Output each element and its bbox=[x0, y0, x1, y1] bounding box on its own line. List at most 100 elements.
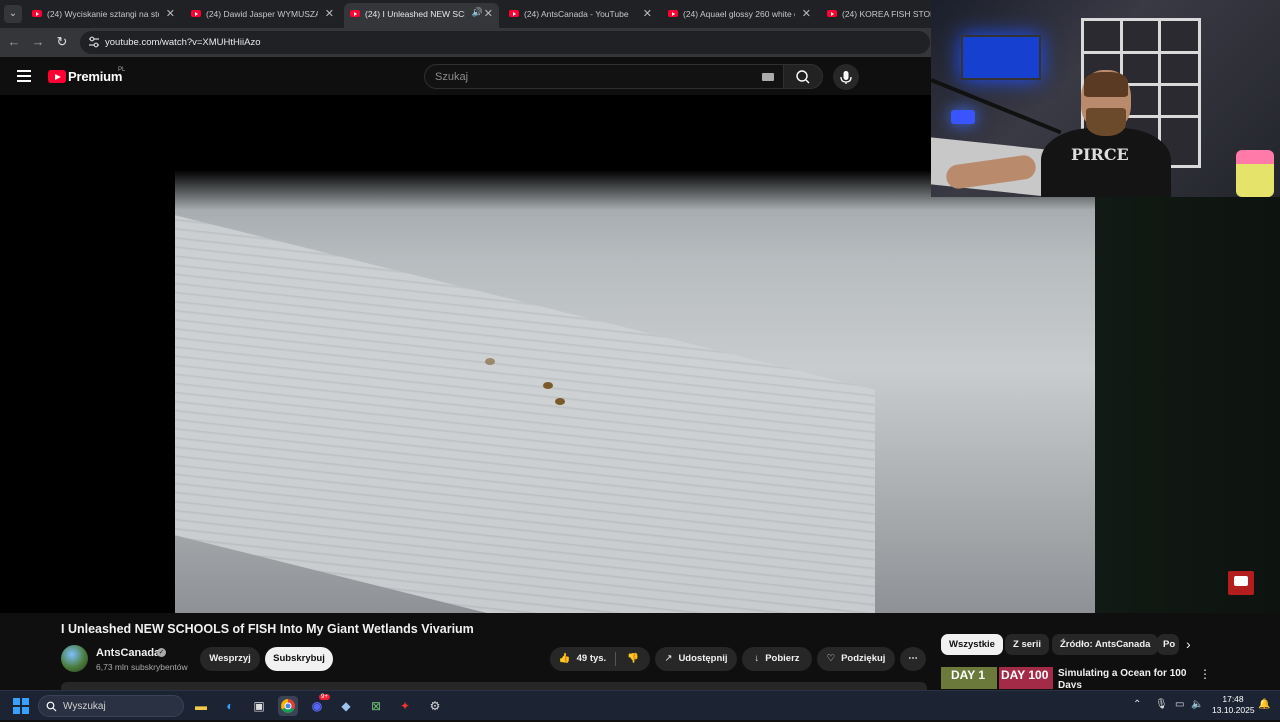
tab-4[interactable]: (24) AntsCanada - YouTube ✕ bbox=[503, 3, 658, 25]
forward-icon[interactable]: → bbox=[30, 34, 46, 50]
thumbnail-badge-day1: DAY 1 bbox=[941, 667, 997, 689]
speaker-icon[interactable]: 🔊 bbox=[472, 7, 483, 18]
youtube-favicon-icon bbox=[668, 10, 678, 17]
time-text: 17:48 bbox=[1222, 694, 1244, 704]
thumbnail-badge-day100: DAY 100 bbox=[999, 667, 1053, 689]
date-text: 13.10.2025 bbox=[1212, 705, 1255, 715]
ant bbox=[555, 398, 565, 405]
omnibox[interactable]: youtube.com/watch?v=XMUHtHiiAzo bbox=[80, 31, 930, 54]
thumbs-down-icon: 👎 bbox=[627, 653, 639, 664]
subscribe-label: Subskrybuj bbox=[273, 653, 325, 664]
more-actions-button[interactable]: ⋯ bbox=[900, 647, 926, 671]
subscribe-button[interactable]: Subskrybuj bbox=[265, 647, 333, 671]
file-explorer-icon[interactable]: ▬ bbox=[191, 696, 211, 716]
mic-icon bbox=[840, 71, 852, 84]
aquarium bbox=[961, 35, 1041, 80]
premium-logo-text[interactable]: Premium bbox=[68, 69, 122, 84]
ant bbox=[543, 382, 553, 389]
join-label: Wesprzyj bbox=[209, 653, 251, 664]
verified-icon: ✓ bbox=[157, 648, 166, 657]
thanks-button[interactable]: ♡ Podziękuj bbox=[817, 647, 895, 671]
recommendation-menu-icon[interactable]: ⋮ bbox=[1199, 667, 1211, 681]
video-side-area bbox=[1095, 197, 1280, 613]
youtube-logo-icon[interactable] bbox=[48, 70, 66, 83]
keyboard-icon[interactable] bbox=[762, 73, 774, 81]
close-tab-icon[interactable]: ✕ bbox=[166, 7, 175, 20]
video-title: I Unleashed NEW SCHOOLS of FISH Into My … bbox=[61, 622, 474, 636]
chevron-right-icon[interactable]: › bbox=[1186, 636, 1191, 652]
menu-icon[interactable] bbox=[17, 70, 31, 82]
like-count: 49 tys. bbox=[576, 653, 607, 664]
taskbar-search-label: Wyszukaj bbox=[63, 701, 106, 712]
windows-taskbar: Wyszukaj ▬ ◐ ▣ ◉ 9+ ◆ ⊠ ✦ ⚙ ⌃ 🎙 ▭ 🔈 17:4… bbox=[0, 690, 1280, 720]
chip-source[interactable]: Źródło: AntsCanada bbox=[1052, 634, 1159, 655]
ant bbox=[485, 358, 495, 365]
description-box[interactable] bbox=[61, 682, 927, 690]
mic-tray-icon[interactable]: 🎙 bbox=[1155, 699, 1168, 710]
network-icon[interactable]: ▭ bbox=[1175, 699, 1184, 710]
tray-chevron-icon[interactable]: ⌃ bbox=[1133, 699, 1141, 710]
download-button[interactable]: ↓ Pobierz bbox=[742, 647, 812, 671]
youtube-favicon-icon bbox=[191, 10, 201, 17]
tab-5[interactable]: (24) Aquael glossy 260 white cz ✕ bbox=[662, 3, 817, 25]
chip-all[interactable]: Wszystkie bbox=[941, 634, 1003, 655]
voice-search-button[interactable] bbox=[833, 64, 859, 90]
misc-app-icon[interactable]: ⚙ bbox=[425, 696, 445, 716]
xbox-icon[interactable]: ⊠ bbox=[366, 696, 386, 716]
notification-icon[interactable]: 🔔 bbox=[1258, 699, 1270, 710]
clock[interactable]: 17:48 13.10.2025 bbox=[1212, 694, 1255, 716]
like-button[interactable]: 👍 49 tys. bbox=[550, 647, 615, 671]
close-tab-icon[interactable]: ✕ bbox=[484, 7, 493, 20]
search-button[interactable] bbox=[783, 64, 823, 89]
webcam-overlay: PIRCE bbox=[931, 0, 1280, 197]
app-icon[interactable]: ✦ bbox=[395, 696, 415, 716]
chip-partial[interactable]: Po bbox=[1157, 634, 1179, 655]
discord-badge: 9+ bbox=[319, 694, 330, 700]
video-frame[interactable] bbox=[175, 170, 1095, 613]
shirt-print: PIRCE bbox=[1071, 145, 1129, 164]
tab-6[interactable]: (24) KOREA FISH STORE TO bbox=[821, 3, 941, 25]
join-button[interactable]: Wesprzyj bbox=[200, 647, 260, 671]
taskbar-search[interactable]: Wyszukaj bbox=[38, 695, 184, 717]
steam-icon[interactable]: ◆ bbox=[336, 696, 356, 716]
search-placeholder: Szukaj bbox=[435, 71, 469, 83]
windows-start-icon[interactable] bbox=[13, 698, 29, 714]
close-tab-icon[interactable]: ✕ bbox=[643, 7, 652, 20]
share-button[interactable]: ↗ Udostępnij bbox=[655, 647, 737, 671]
youtube-favicon-icon bbox=[827, 10, 837, 17]
heart-dollar-icon: ♡ bbox=[826, 653, 836, 664]
dislike-button[interactable]: 👎 bbox=[616, 647, 650, 671]
subscribe-watermark-icon[interactable] bbox=[1228, 571, 1254, 595]
volume-icon[interactable]: 🔈 bbox=[1191, 699, 1203, 710]
search-input[interactable]: Szukaj bbox=[424, 64, 784, 89]
download-label: Pobierz bbox=[765, 653, 800, 664]
streamer-hair bbox=[1084, 72, 1128, 97]
site-settings-icon[interactable] bbox=[88, 36, 100, 48]
thanks-label: Podziękuj bbox=[841, 653, 886, 664]
tab-1[interactable]: (24) Wyciskanie sztangi na stole ✕ bbox=[26, 3, 181, 25]
tab-2[interactable]: (24) Dawid Jasper WYMUSZA P ✕ bbox=[185, 3, 340, 25]
thumbs-up-icon: 👍 bbox=[558, 653, 571, 664]
chrome-icon[interactable] bbox=[278, 696, 298, 716]
store-icon[interactable]: ▣ bbox=[249, 696, 269, 716]
close-tab-icon[interactable]: ✕ bbox=[325, 7, 334, 20]
close-tab-icon[interactable]: ✕ bbox=[802, 7, 811, 20]
youtube-favicon-icon bbox=[32, 10, 42, 17]
reload-icon[interactable]: ↻ bbox=[54, 34, 70, 50]
blue-light bbox=[951, 110, 975, 124]
url-text[interactable]: youtube.com/watch?v=XMUHtHiiAzo bbox=[105, 37, 261, 48]
tab-active[interactable]: (24) I Unleashed NEW SCH 🔊 ✕ bbox=[344, 3, 499, 28]
channel-name[interactable]: AntsCanada bbox=[96, 647, 160, 659]
video-plank bbox=[175, 210, 875, 613]
edge-icon[interactable]: ◐ bbox=[220, 696, 240, 716]
streamer-beard bbox=[1086, 108, 1126, 136]
channel-avatar[interactable] bbox=[61, 645, 88, 672]
recommendation-title[interactable]: Simulating a Ocean for 100 Days bbox=[1058, 668, 1190, 688]
share-icon: ↗ bbox=[664, 653, 673, 664]
recommendation-thumbnail[interactable]: DAY 1 DAY 100 bbox=[941, 667, 1053, 689]
cup bbox=[1236, 150, 1274, 197]
tab-search-button[interactable]: ⌄ bbox=[4, 5, 22, 23]
chip-series[interactable]: Z serii bbox=[1005, 634, 1049, 655]
back-icon[interactable]: ← bbox=[6, 34, 22, 50]
mic-arm bbox=[931, 78, 1062, 135]
